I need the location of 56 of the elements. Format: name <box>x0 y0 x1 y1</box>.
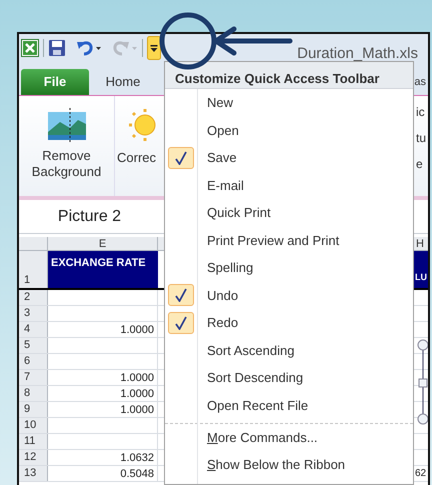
menu-item[interactable]: Open <box>165 116 413 144</box>
ribbon-label: e <box>416 156 424 172</box>
table-cell: 1.0000 <box>48 386 158 401</box>
menu-item[interactable]: Open Recent File <box>165 392 413 419</box>
ribbon-tab[interactable]: as <box>414 69 428 95</box>
table-header-cell: LU <box>414 251 428 288</box>
menu-item[interactable]: New <box>165 89 413 116</box>
remove-background-button[interactable]: Remove Background <box>19 96 115 196</box>
table-cell: 1.0000 <box>48 370 158 385</box>
menu-item[interactable]: More Commands... <box>165 423 413 450</box>
table-cell-text: 62 <box>414 467 428 481</box>
window-title: Duration_Math.xls <box>297 46 419 62</box>
menu-item[interactable]: Redo <box>165 309 413 336</box>
table-header-cell: EXCHANGE RATE <box>48 251 158 288</box>
menu-item[interactable]: Quick Print <box>165 199 413 226</box>
row-header: 6 <box>19 354 48 369</box>
corrections-button[interactable]: Correc <box>115 96 165 196</box>
menu-item[interactable]: Undo <box>165 282 413 309</box>
row-header: 12 <box>19 450 48 465</box>
menu-item[interactable]: Save <box>165 144 413 172</box>
row-header: 8 <box>19 386 48 401</box>
row-header: 1 <box>19 251 48 288</box>
menu-item[interactable]: Print Preview and Print <box>165 226 413 254</box>
table-cell: 1.0632 <box>48 450 158 465</box>
row-header: 11 <box>19 434 48 449</box>
ribbon-label: ic <box>416 104 426 120</box>
table-cell: 1.0000 <box>48 322 158 337</box>
ribbon-tab[interactable]: File <box>21 69 89 95</box>
ribbon-label: tu <box>416 130 426 146</box>
menu-item[interactable]: Sort Ascending <box>165 336 413 364</box>
row-header: 13 <box>19 466 48 481</box>
row-header: 5 <box>19 338 48 353</box>
landscape-picture-icon <box>48 108 86 142</box>
row-header: 3 <box>19 306 48 321</box>
customize-toolbar-button[interactable] <box>147 36 161 60</box>
table-cell: 0.5048 <box>48 466 158 481</box>
annotation-circle <box>160 12 216 70</box>
table-cell: 1.0000 <box>48 402 158 417</box>
column-header: E <box>48 237 158 250</box>
menu-item[interactable]: Spelling <box>165 254 413 282</box>
menu-item[interactable]: Show Below the Ribbon <box>165 450 413 478</box>
column-header: H <box>415 237 425 250</box>
save-icon[interactable] <box>48 39 66 57</box>
row-header: 7 <box>19 370 48 385</box>
menu-item[interactable]: Sort Descending <box>165 364 413 392</box>
row-header: 4 <box>19 322 48 337</box>
undo-icon[interactable] <box>76 40 102 56</box>
menu-title: Customize Quick Access Toolbar <box>165 62 413 89</box>
row-header: 10 <box>19 418 48 433</box>
ribbon-tab[interactable]: Home <box>95 69 151 95</box>
row-header: 2 <box>19 290 48 305</box>
name-box[interactable]: Picture 2 <box>19 204 160 230</box>
selection-handles[interactable] <box>418 340 428 424</box>
spreadsheet-app-icon[interactable] <box>21 39 39 57</box>
row-header: 9 <box>19 402 48 417</box>
menu-item[interactable]: E-mail <box>165 172 413 199</box>
